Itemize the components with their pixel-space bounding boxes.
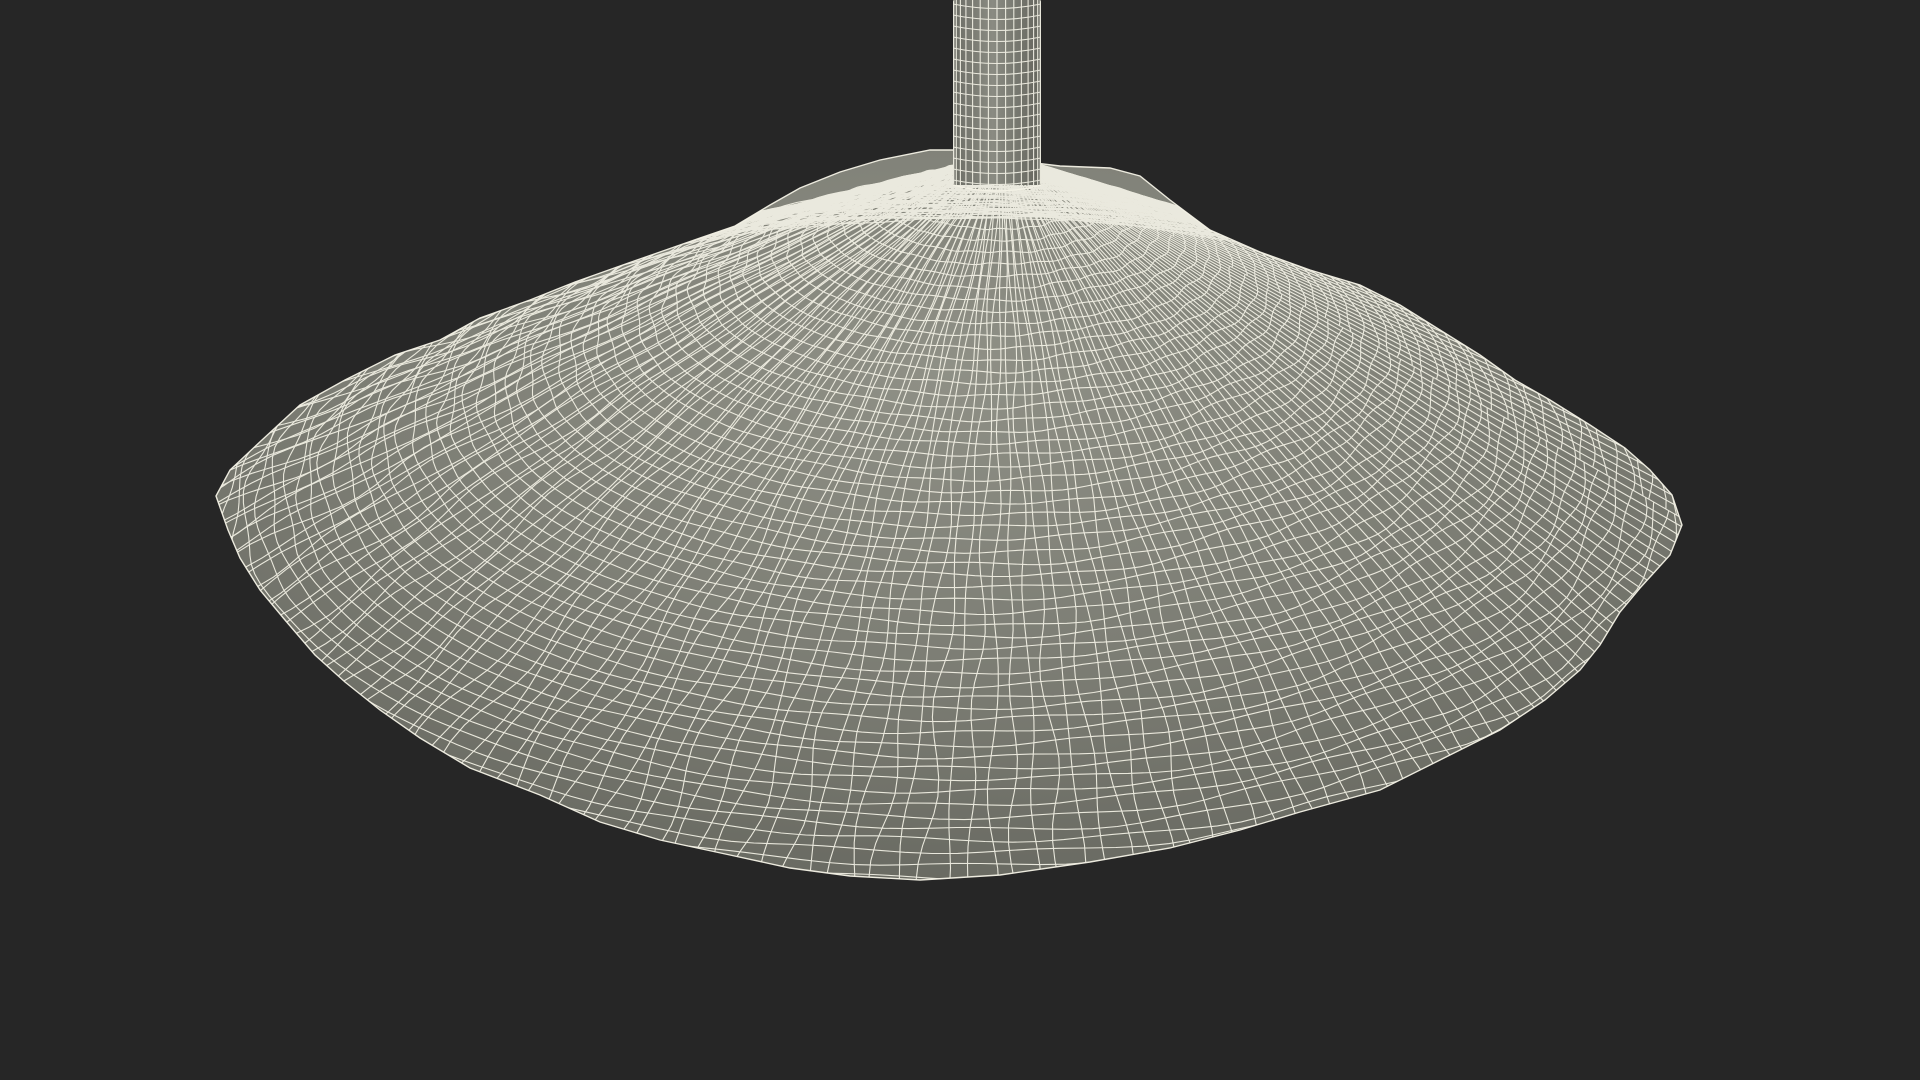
stream-wireframe [953, 0, 1041, 185]
powder-stream[interactable] [952, 0, 1042, 192]
3d-viewport[interactable] [0, 0, 1920, 1080]
